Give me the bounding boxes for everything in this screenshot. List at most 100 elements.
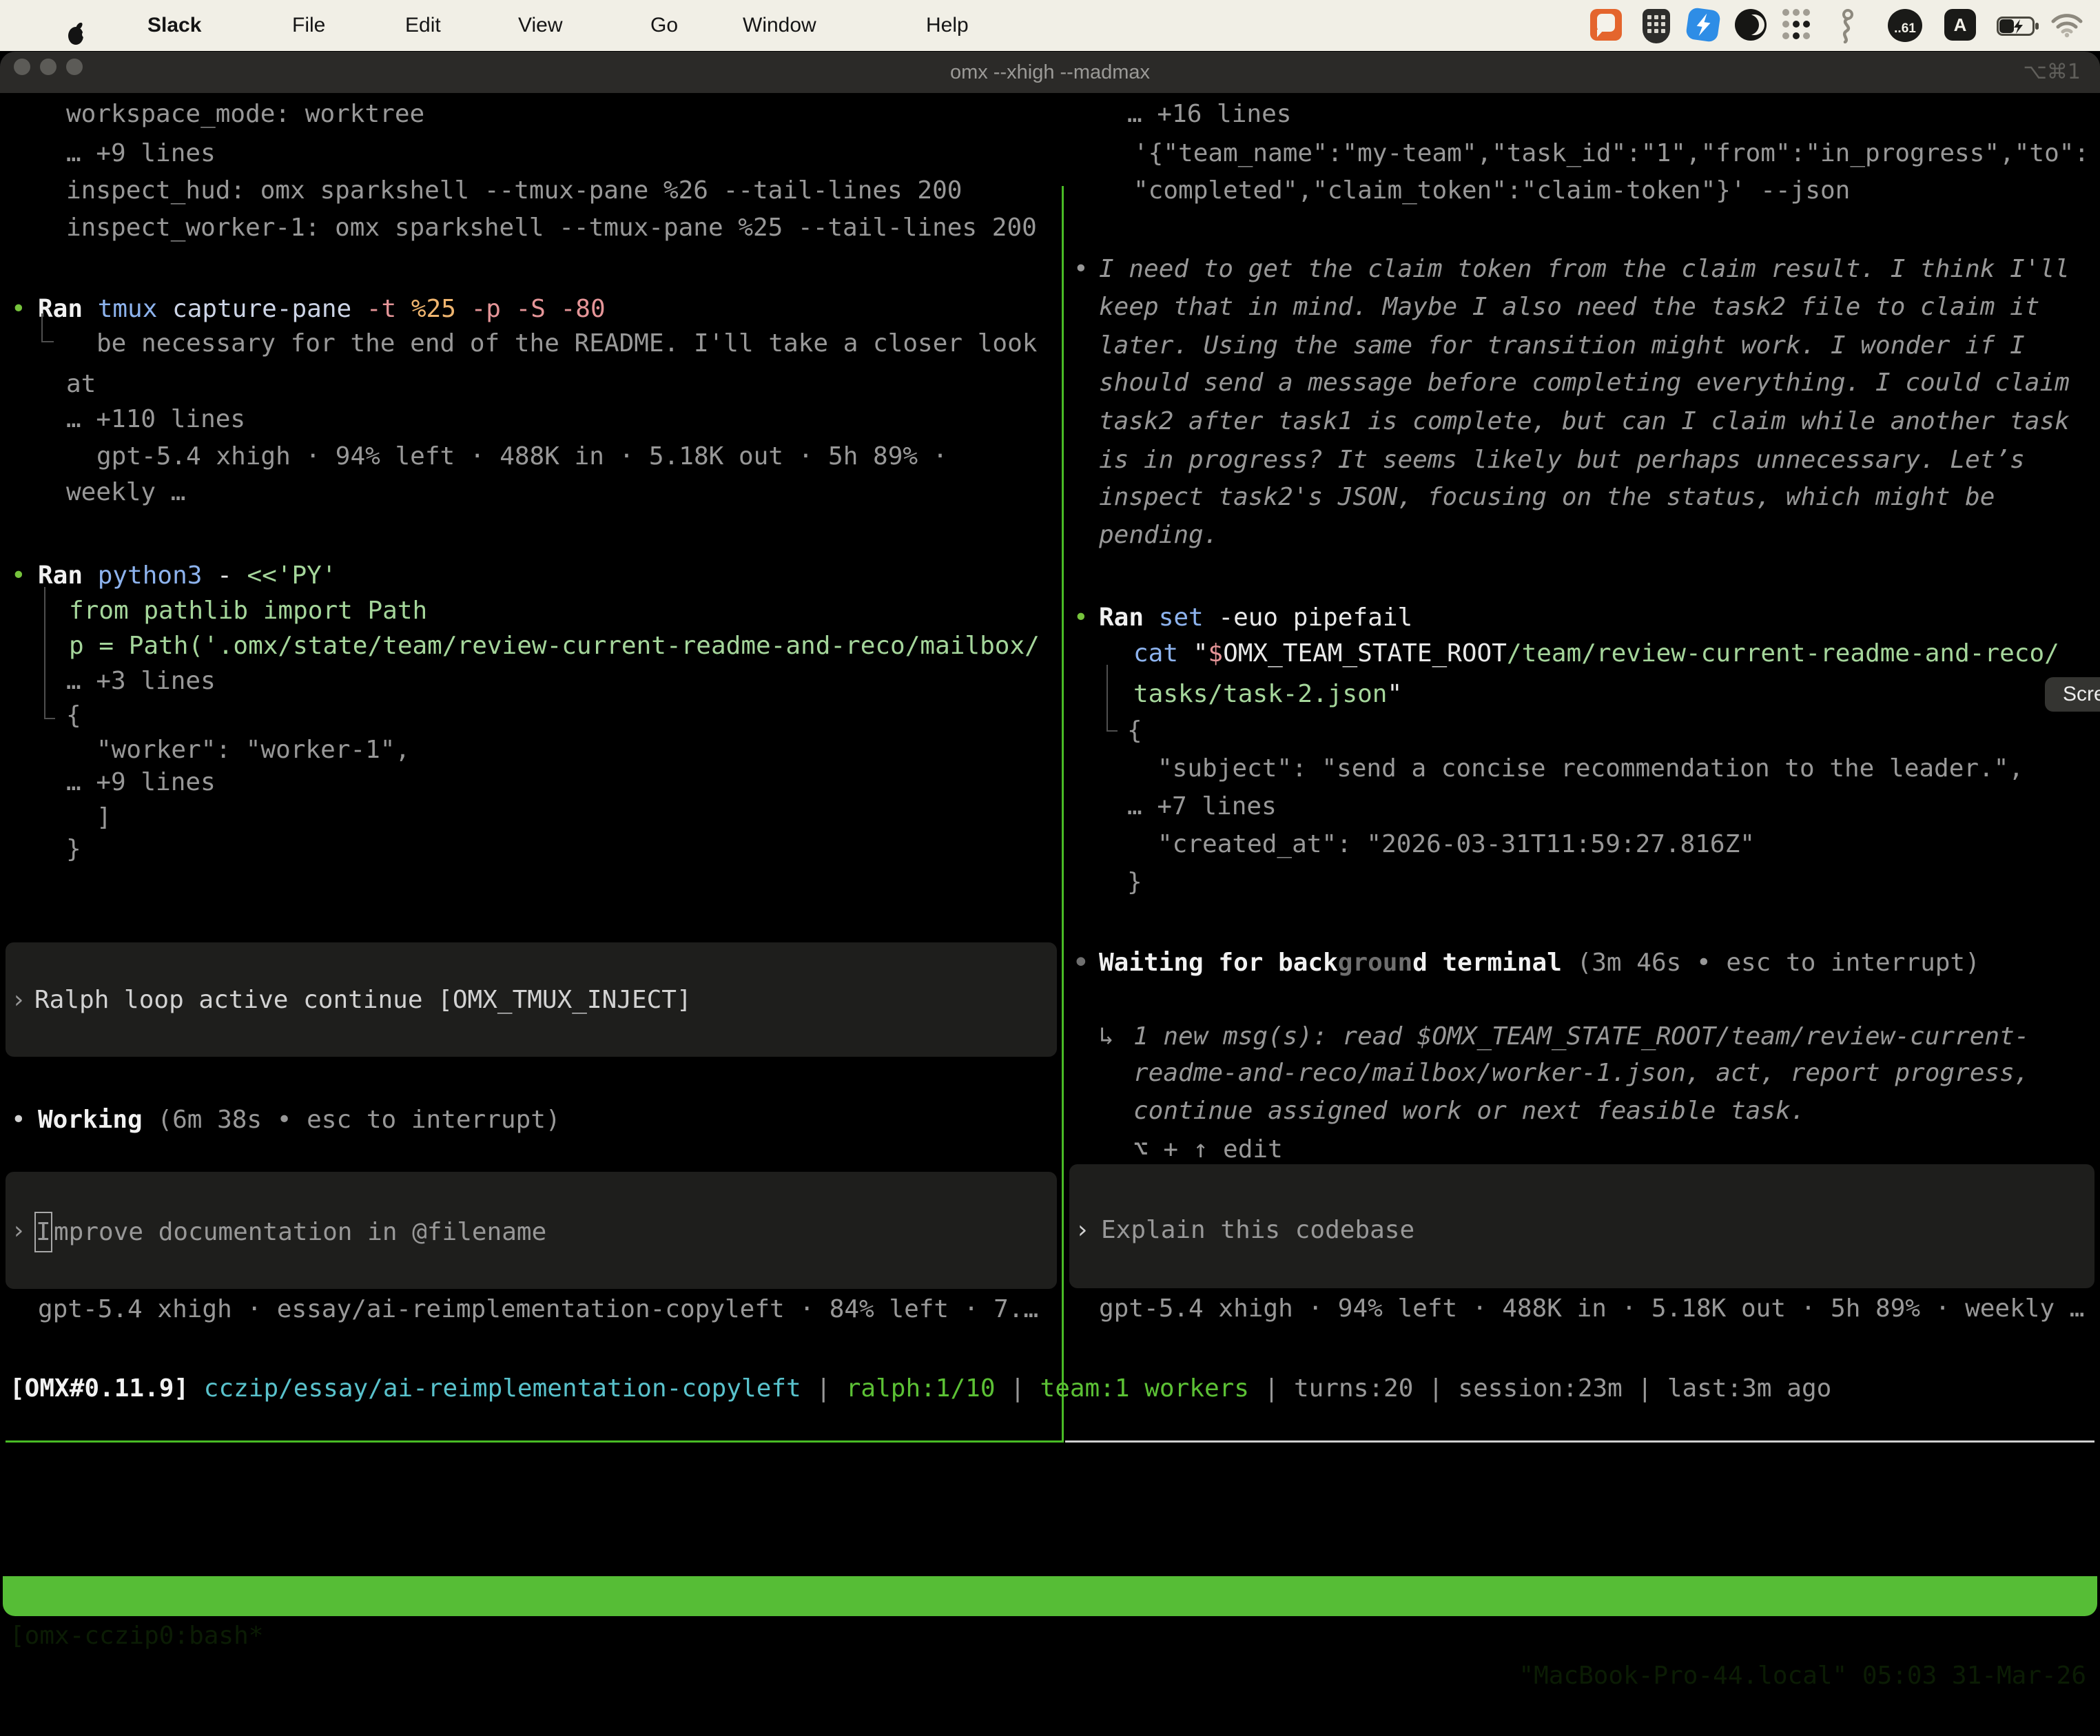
active-pane-border <box>6 1440 1064 1443</box>
command-bullet: • <box>1073 599 1089 637</box>
moon-app-icon[interactable] <box>1735 9 1767 41</box>
terminal-line: … +9 lines <box>66 134 216 172</box>
message-line: readme-and-reco/mailbox/worker-1.json, a… <box>1133 1054 2029 1092</box>
terminal-line: inspect_hud: omx sparkshell --tmux-pane … <box>66 172 962 209</box>
window-title: omx --xhigh --madmax <box>0 52 2100 93</box>
terminal-line: … +16 lines <box>1127 95 1291 133</box>
terminal-line: gpt-5.4 xhigh · 94% left · 488K in · 5.1… <box>96 437 947 475</box>
menu-window[interactable]: Window <box>743 0 816 51</box>
squiggle-icon <box>1833 9 1860 43</box>
omx-version: [OMX#0.11.9] <box>10 1374 204 1403</box>
terminal-line: "subject": "send a concise recommendatio… <box>1157 750 2024 787</box>
terminal-content: workspace_mode: worktree … +9 lines insp… <box>0 93 2100 1538</box>
password-manager-icon[interactable] <box>1643 9 1670 43</box>
edit-hint: ⌥ + ↑ edit <box>1133 1130 1283 1168</box>
chat-app-icon[interactable] <box>1590 9 1622 41</box>
prompt-input-right[interactable]: › Explain this codebase <box>1069 1164 2094 1288</box>
tmux-status-bar: [omx-cczip0:bash* "MacBook-Pro-44.local"… <box>3 1576 2097 1616</box>
terminal-line: … +9 lines <box>66 763 216 801</box>
thinking-line: task2 after task1 is complete, but can I… <box>1099 402 2070 440</box>
waiting-bullet: • <box>1073 944 1089 982</box>
thinking-line: should send a message before completing … <box>1099 364 2070 402</box>
window-shortcut-hint: ⌥⌘1 <box>2023 52 2081 93</box>
message-line: continue assigned work or next feasible … <box>1133 1092 1805 1130</box>
terminal-line: "created_at": "2026-03-31T11:59:27.816Z" <box>1157 825 1755 863</box>
terminal-line: weekly … <box>66 473 185 511</box>
terminal-line: at <box>66 365 96 403</box>
screen-tooltip: Scre <box>2045 677 2100 712</box>
command-line-python: Ran python3 - <<'PY' <box>38 557 337 595</box>
terminal-line: "completed","claim_token":"claim-token"}… <box>1133 172 1850 209</box>
input-placeholder: Improve documentation in @filename <box>34 1212 546 1250</box>
wifi-icon[interactable] <box>2050 12 2083 43</box>
omx-repo: cczip/essay/ai-reimplementation-copyleft <box>204 1374 801 1403</box>
terminal-line: { <box>1127 712 1142 750</box>
command-bullet: • <box>11 290 26 328</box>
notice-prompt: › <box>11 981 26 1019</box>
menu-edit[interactable]: Edit <box>405 0 441 51</box>
prompt-input-left[interactable]: › Improve documentation in @filename <box>6 1172 1057 1289</box>
output-elbow-guide <box>1106 665 1118 732</box>
thinking-line: keep that in mind. Maybe I also need the… <box>1099 288 2039 326</box>
omx-session: session:23m <box>1458 1374 1622 1403</box>
omx-ralph: ralph:1/10 <box>846 1374 996 1403</box>
thinking-bullet: • <box>1073 250 1089 288</box>
battery-icon[interactable] <box>1997 17 2039 41</box>
terminal-line: … +110 lines <box>66 400 245 438</box>
session-status-left: gpt-5.4 xhigh · essay/ai-reimplementatio… <box>38 1290 1038 1328</box>
terminal-line: workspace_mode: worktree <box>66 95 424 133</box>
menu-help[interactable]: Help <box>926 0 969 51</box>
count-badge-icon[interactable]: ..61 <box>1888 9 1922 42</box>
message-arrow: ↳ <box>1099 1017 1114 1055</box>
command-line-set: Ran set -euo pipefail <box>1099 599 1412 637</box>
menu-app-name[interactable]: Slack <box>147 0 201 51</box>
command-line-cat: cat "$OMX_TEAM_STATE_ROOT/team/review-cu… <box>1133 634 2059 672</box>
terminal-line: … +7 lines <box>1127 787 1277 825</box>
person-squiggle-icon[interactable] <box>1833 9 1860 49</box>
inactive-pane-border <box>1065 1440 2094 1443</box>
terminal-line: inspect_worker-1: omx sparkshell --tmux-… <box>66 209 1037 247</box>
wifi-glyph-icon <box>2050 12 2083 38</box>
output-elbow-guide <box>41 313 54 342</box>
command-line-tmux: Ran tmux capture-pane -t %25 -p -S -80 <box>38 290 606 328</box>
keyboard-layout-icon[interactable]: A <box>1944 9 1976 41</box>
text-cursor: I <box>34 1212 52 1252</box>
terminal-line: ] <box>96 798 112 836</box>
window-title-bar[interactable]: omx --xhigh --madmax ⌥⌘1 <box>0 52 2100 93</box>
thinking-line: inspect task2's JSON, focusing on the st… <box>1099 478 1995 516</box>
ran-label: Ran <box>38 561 98 590</box>
ran-label: Ran <box>1099 603 1159 632</box>
menu-view[interactable]: View <box>518 0 562 51</box>
terminal-line: { <box>66 696 81 734</box>
menu-file[interactable]: File <box>292 0 325 51</box>
working-bullet: • <box>11 1101 26 1139</box>
ralph-notice-box: › Ralph loop active continue [OMX_TMUX_I… <box>6 942 1057 1057</box>
omx-last: last:3m ago <box>1667 1374 1831 1403</box>
thinking-line: I need to get the claim token from the c… <box>1099 250 2070 288</box>
terminal-line: be necessary for the end of the README. … <box>96 324 1037 362</box>
output-elbow-guide <box>44 587 55 719</box>
code-line: from pathlib import Path <box>69 592 427 630</box>
thinking-line: is in progress? It seems likely but perh… <box>1099 441 2025 479</box>
menu-go[interactable]: Go <box>650 0 678 51</box>
input-placeholder: Explain this codebase <box>1101 1211 1414 1249</box>
apple-logo-icon <box>65 20 87 46</box>
chat-tail-icon <box>1597 30 1604 37</box>
command-line-cat2: tasks/task-2.json" <box>1133 675 1402 713</box>
waiting-status: Waiting for background terminal (3m 46s … <box>1099 944 1980 982</box>
command-bullet: • <box>11 557 26 595</box>
thinking-line: later. Using the same for transition mig… <box>1099 327 2025 364</box>
input-prompt: › <box>1075 1211 1090 1249</box>
dots-grid-icon[interactable] <box>1781 9 1811 39</box>
code-line: p = Path('.omx/state/team/review-current… <box>69 627 1040 665</box>
pane-divider[interactable] <box>1062 186 1064 1443</box>
shield-grid-icon <box>1647 15 1665 33</box>
ralph-loop-notice: Ralph loop active continue [OMX_TMUX_INJ… <box>34 981 692 1019</box>
lightning-app-icon[interactable] <box>1685 7 1721 43</box>
omx-status-line: [OMX#0.11.9] cczip/essay/ai-reimplementa… <box>10 1370 1831 1407</box>
terminal-line: } <box>66 830 81 868</box>
omx-team: team:1 workers <box>1040 1374 1249 1403</box>
terminal-line: '{"team_name":"my-team","task_id":"1","f… <box>1133 134 2089 172</box>
terminal-line: } <box>1127 863 1142 901</box>
tmux-session-name: [omx-cczip0:bash* <box>10 1616 263 1656</box>
